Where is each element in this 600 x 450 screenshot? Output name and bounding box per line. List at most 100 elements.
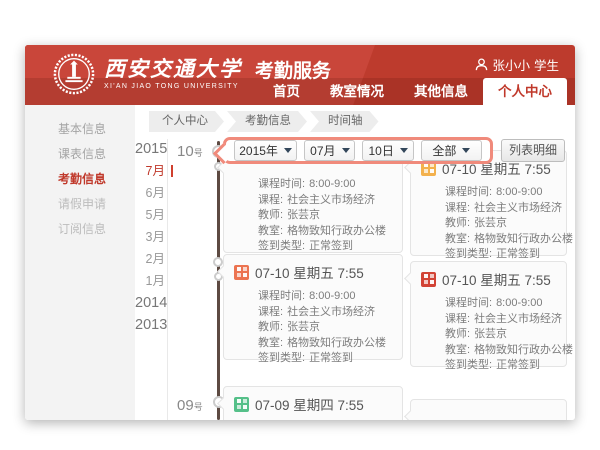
sidebar-item-leave-request[interactable]: 请假申请 xyxy=(25,192,135,217)
breadcrumb-item-personal-center[interactable]: 个人中心 xyxy=(149,111,224,132)
filter-bubble: 2015年 07月 10日 全部 xyxy=(223,137,493,164)
timeline-month-item[interactable]: 5月 xyxy=(135,204,165,226)
field-value: 正常签到 xyxy=(309,240,353,252)
field-label: 课程时间: xyxy=(258,178,305,190)
attendance-card: 07-10 星期五 7:55 课程时间: 8:00-9:00 课程: 社会主义市场经… xyxy=(223,254,403,360)
breadcrumb-item-attendance-info[interactable]: 考勤信息 xyxy=(227,111,307,132)
field-label: 教室: xyxy=(258,225,283,237)
chevron-down-icon xyxy=(342,148,350,153)
timeline-date-nav: 2015 7月 6月 5月 3月 2月 1月 2014 2013 xyxy=(135,138,165,336)
timeline-divider xyxy=(167,139,168,420)
field-label: 教师: xyxy=(445,217,470,229)
field-label: 教室: xyxy=(258,337,283,349)
field-label: 签到类型: xyxy=(258,240,305,252)
list-detail-button[interactable]: 列表明细 xyxy=(501,139,565,162)
field-label: 课程时间: xyxy=(445,297,492,309)
field-value: 格物致知行政办公楼 xyxy=(474,344,573,356)
timeline-year-item[interactable]: 2015 xyxy=(135,138,165,160)
nav-tab-other-info[interactable]: 其他信息 xyxy=(399,78,483,105)
field-value: 8:00-9:00 xyxy=(309,290,355,302)
field-label: 签到类型: xyxy=(445,359,492,371)
body-area: 基本信息 课表信息 考勤信息 请假申请 订阅信息 个人中心 考勤信息 时间轴 2… xyxy=(25,105,575,420)
sidebar-item-basic-info[interactable]: 基本信息 xyxy=(25,117,135,142)
app-window: 西安交通大学 XI'AN JIAO TONG UNIVERSITY 考勤服务 张… xyxy=(25,45,575,420)
chevron-down-icon xyxy=(462,148,470,153)
card-date-title: 07-09 星期四 7:55 xyxy=(255,394,364,414)
field-value: 社会主义市场经济 xyxy=(287,306,375,318)
timeline-month-item-active[interactable]: 7月 xyxy=(135,160,165,182)
month-dropdown[interactable]: 07月 xyxy=(304,140,355,161)
university-emblem-icon xyxy=(53,53,95,95)
card-date-title: 07-10 星期五 7:55 xyxy=(442,269,551,289)
field-value: 8:00-9:00 xyxy=(496,297,542,309)
field-value: 社会主义市场经济 xyxy=(474,202,562,214)
field-value: 正常签到 xyxy=(309,352,353,364)
calendar-grid-icon xyxy=(234,265,249,280)
field-value: 张芸京 xyxy=(287,209,320,221)
day-marker-09: 09号 xyxy=(177,397,203,414)
attendance-card: 07-09 星期四 7:55 xyxy=(223,386,403,420)
nav-tab-personal-center[interactable]: 个人中心 xyxy=(483,78,567,105)
field-value: 社会主义市场经济 xyxy=(474,313,562,325)
field-value: 社会主义市场经济 xyxy=(287,194,375,206)
user-account[interactable]: 张小小 学生 xyxy=(475,55,559,74)
day-dropdown[interactable]: 10日 xyxy=(362,140,413,161)
sidebar-item-schedule-info[interactable]: 课表信息 xyxy=(25,142,135,167)
calendar-grid-icon xyxy=(234,397,249,412)
timeline-month-item[interactable]: 6月 xyxy=(135,182,165,204)
nav-tab-home[interactable]: 首页 xyxy=(258,78,315,105)
field-value: 张芸京 xyxy=(474,217,507,229)
field-value: 正常签到 xyxy=(496,359,540,371)
sidebar: 基本信息 课表信息 考勤信息 请假申请 订阅信息 xyxy=(25,105,135,420)
field-value: 张芸京 xyxy=(474,328,507,340)
field-label: 教师: xyxy=(258,209,283,221)
field-value: 正常签到 xyxy=(496,248,540,260)
breadcrumb-item-timeline[interactable]: 时间轴 xyxy=(310,111,379,132)
field-label: 签到类型: xyxy=(445,248,492,260)
main-nav: 首页 教室情况 其他信息 个人中心 xyxy=(258,78,567,105)
field-value: 8:00-9:00 xyxy=(496,186,542,198)
scope-dropdown[interactable]: 全部 xyxy=(421,140,482,161)
field-value: 张芸京 xyxy=(287,321,320,333)
chevron-down-icon xyxy=(284,148,292,153)
field-label: 签到类型: xyxy=(258,352,305,364)
timeline-month-item[interactable]: 1月 xyxy=(135,270,165,292)
sidebar-item-subscription-info[interactable]: 订阅信息 xyxy=(25,217,135,242)
nav-tab-classrooms[interactable]: 教室情况 xyxy=(315,78,399,105)
timeline-month-item[interactable]: 2月 xyxy=(135,248,165,270)
card-date-title: 07-10 星期五 7:55 xyxy=(255,262,364,282)
timeline-month-item[interactable]: 3月 xyxy=(135,226,165,248)
chevron-down-icon xyxy=(400,148,408,153)
year-dropdown[interactable]: 2015年 xyxy=(234,140,297,161)
calendar-grid-icon xyxy=(421,272,436,287)
field-value: 格物致知行政办公楼 xyxy=(287,225,386,237)
attendance-card-partial xyxy=(410,399,567,420)
field-label: 课程时间: xyxy=(258,290,305,302)
field-label: 教室: xyxy=(445,344,470,356)
field-label: 课程: xyxy=(258,194,283,206)
breadcrumb: 个人中心 考勤信息 时间轴 xyxy=(149,111,382,132)
attendance-card: 07-10 星期五 7:55 课程时间:8:00-9:00 课程:社会主义市场经… xyxy=(410,150,567,256)
attendance-card: 课程时间: 8:00-9:00 课程: 社会主义市场经济 教师: 张芸京 教室: 格物致… xyxy=(223,150,403,253)
day-marker-10: 10号 xyxy=(177,143,203,160)
field-label: 课程: xyxy=(258,306,283,318)
user-name: 张小小 xyxy=(492,55,530,74)
field-value: 格物致知行政办公楼 xyxy=(287,337,386,349)
field-label: 教师: xyxy=(258,321,283,333)
user-role: 学生 xyxy=(534,55,559,74)
field-label: 教师: xyxy=(445,328,470,340)
field-label: 课程: xyxy=(445,202,470,214)
attendance-card: 07-10 星期五 7:55 课程时间: 8:00-9:00 课程: 社会主义市场经… xyxy=(410,261,567,367)
field-label: 课程时间: xyxy=(445,186,492,198)
field-value: 8:00-9:00 xyxy=(309,178,355,190)
field-value: 格物致知行政办公楼 xyxy=(474,233,573,245)
field-label: 教室: xyxy=(445,233,470,245)
user-icon xyxy=(475,58,488,71)
sidebar-item-attendance-info[interactable]: 考勤信息 xyxy=(25,167,135,192)
university-name-cn: 西安交通大学 xyxy=(104,58,242,82)
timeline-year-item[interactable]: 2014 xyxy=(135,292,165,314)
header: 西安交通大学 XI'AN JIAO TONG UNIVERSITY 考勤服务 张… xyxy=(25,45,575,105)
university-name-en: XI'AN JIAO TONG UNIVERSITY xyxy=(104,83,242,90)
field-label: 课程: xyxy=(445,313,470,325)
timeline-year-item[interactable]: 2013 xyxy=(135,314,165,336)
